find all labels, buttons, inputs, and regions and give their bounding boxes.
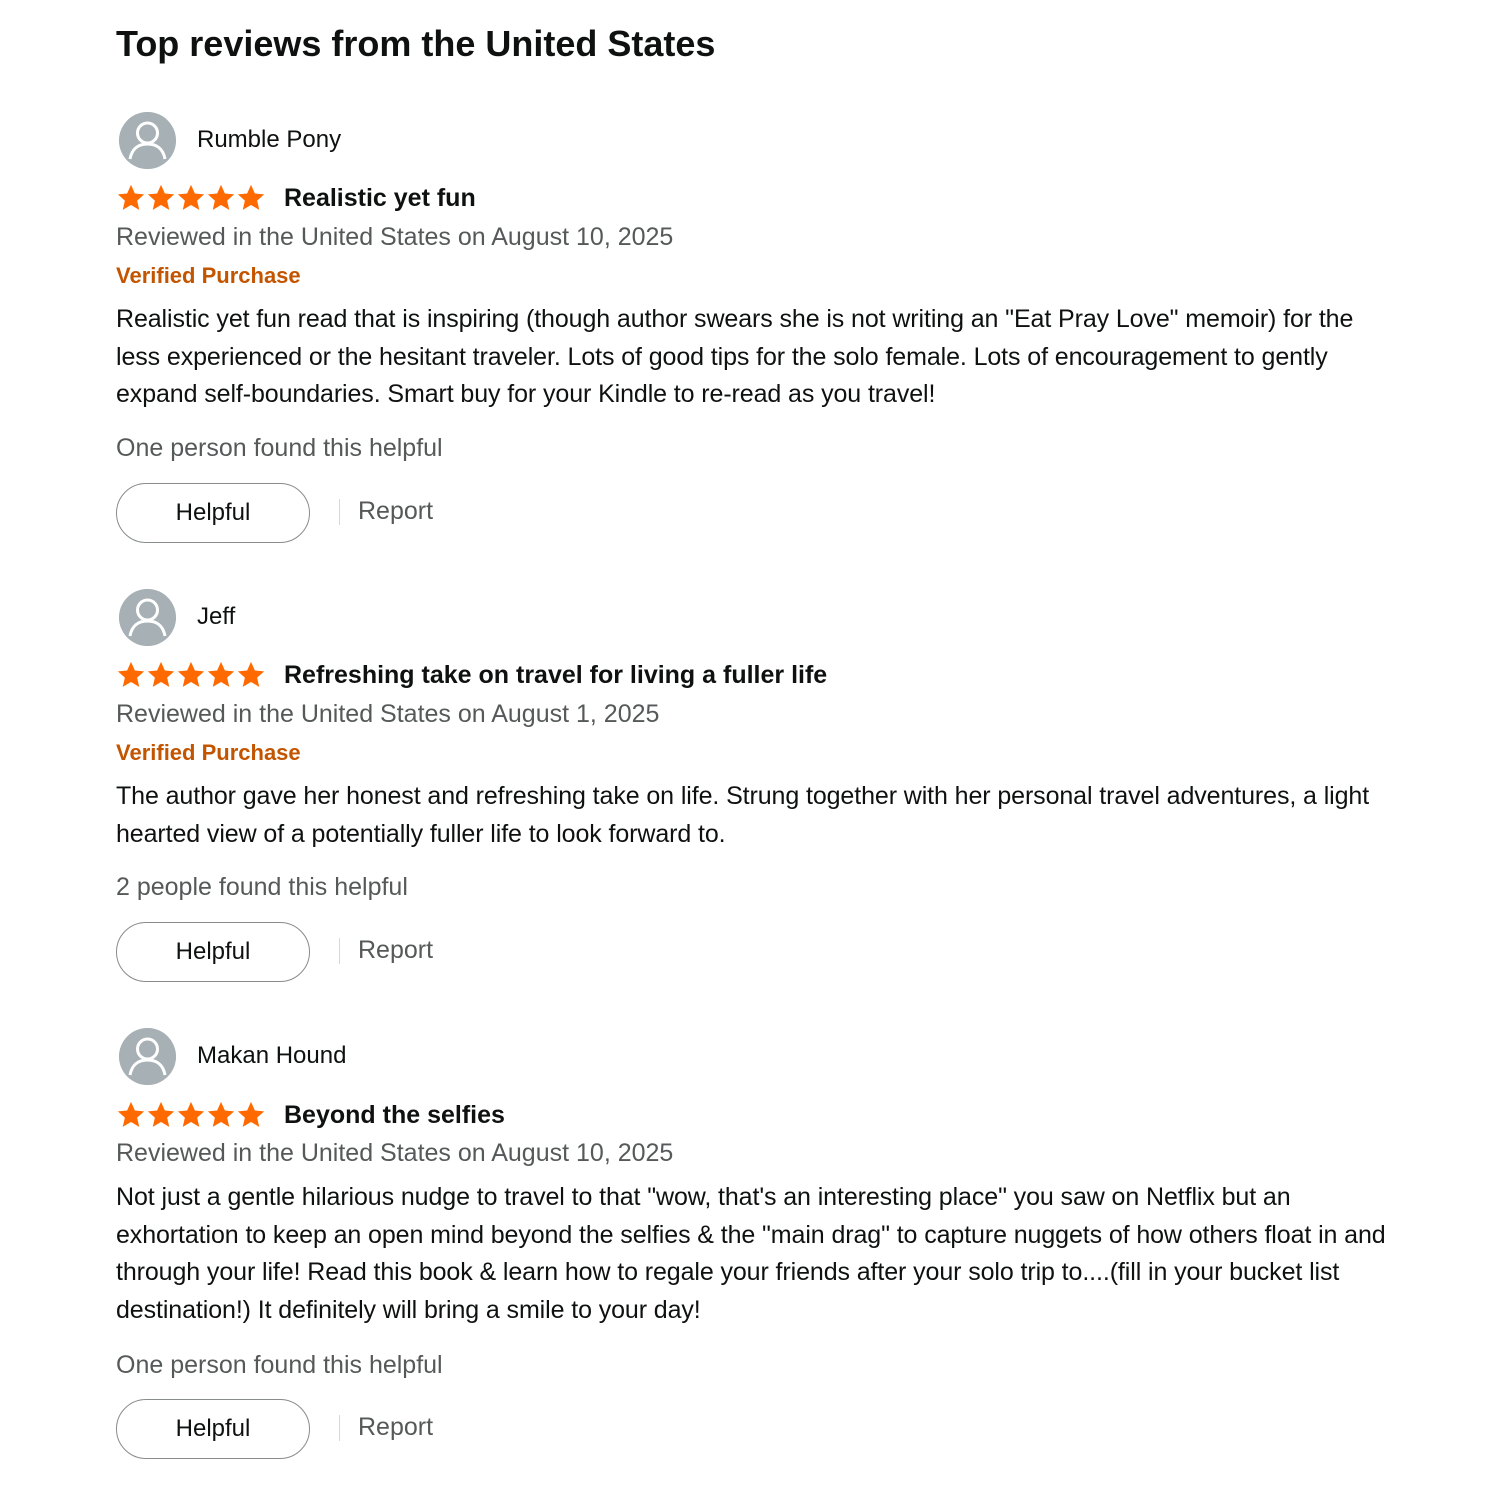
review-body: Not just a gentle hilarious nudge to tra… [116, 1183, 1386, 1325]
review-actions: Helpful Report [116, 483, 616, 543]
review: Rumble Pony Realistic yet fun Reviewed i… [116, 111, 1406, 546]
reviewer-name[interactable]: Makan Hound [197, 1041, 346, 1071]
helpful-count: 2 people found this helpful [116, 873, 408, 901]
review-actions: Helpful Report [116, 922, 616, 982]
star-icon [147, 1101, 175, 1127]
report-link[interactable]: Report [358, 1411, 433, 1443]
star-icon [147, 184, 175, 210]
review-date: Reviewed in the United States on August … [116, 1139, 674, 1167]
reviewer-name[interactable]: Rumble Pony [197, 125, 341, 155]
helpful-button[interactable]: Helpful [116, 1399, 310, 1459]
star-icon [117, 661, 145, 687]
star-icon [177, 184, 205, 210]
review-title-row: Beyond the selfies [116, 1097, 505, 1133]
verified-purchase-badge: Verified Purchase [116, 263, 301, 288]
star-icon [207, 184, 235, 210]
star-icon [177, 661, 205, 687]
star-icon [117, 184, 145, 210]
divider [339, 499, 340, 525]
helpful-count: One person found this helpful [116, 1351, 443, 1379]
review-title[interactable]: Refreshing take on travel for living a f… [284, 659, 827, 691]
reviewer-profile[interactable]: Rumble Pony [116, 111, 1406, 171]
review-body: Realistic yet fun read that is inspiring… [116, 305, 1354, 409]
star-icon [237, 661, 265, 687]
report-link[interactable]: Report [358, 495, 433, 527]
avatar-icon[interactable] [119, 112, 176, 169]
star-icon [237, 1101, 265, 1127]
verified-purchase-badge: Verified Purchase [116, 740, 301, 765]
divider [339, 1415, 340, 1441]
star-rating[interactable] [116, 1099, 268, 1131]
review-actions: Helpful Report [116, 1399, 616, 1459]
review-title-row: Realistic yet fun [116, 180, 476, 216]
star-icon [237, 184, 265, 210]
review: Jeff Refreshing take on travel for livin… [116, 588, 1406, 983]
review-date: Reviewed in the United States on August … [116, 223, 674, 251]
helpful-button[interactable]: Helpful [116, 483, 310, 543]
star-icon [177, 1101, 205, 1127]
reviewer-profile[interactable]: Jeff [116, 588, 1406, 648]
reviewer-name[interactable]: Jeff [197, 602, 235, 632]
helpful-count: One person found this helpful [116, 434, 443, 462]
star-rating[interactable] [116, 182, 268, 214]
review-title-row: Refreshing take on travel for living a f… [116, 657, 827, 693]
avatar-icon[interactable] [119, 589, 176, 646]
avatar-icon[interactable] [119, 1028, 176, 1085]
review-body: The author gave her honest and refreshin… [116, 782, 1370, 848]
review-title[interactable]: Beyond the selfies [284, 1099, 505, 1131]
star-icon [207, 1101, 235, 1127]
star-icon [147, 661, 175, 687]
star-rating[interactable] [116, 659, 268, 691]
review-title[interactable]: Realistic yet fun [284, 182, 476, 214]
divider [339, 938, 340, 964]
review-date: Reviewed in the United States on August … [116, 700, 660, 728]
star-icon [117, 1101, 145, 1127]
report-link[interactable]: Report [358, 934, 433, 966]
star-icon [207, 661, 235, 687]
helpful-button[interactable]: Helpful [116, 922, 310, 982]
reviewer-profile[interactable]: Makan Hound [116, 1027, 1406, 1087]
section-title: Top reviews from the United States [116, 23, 716, 64]
review: Makan Hound Beyond the selfies Reviewed … [116, 1027, 1406, 1462]
